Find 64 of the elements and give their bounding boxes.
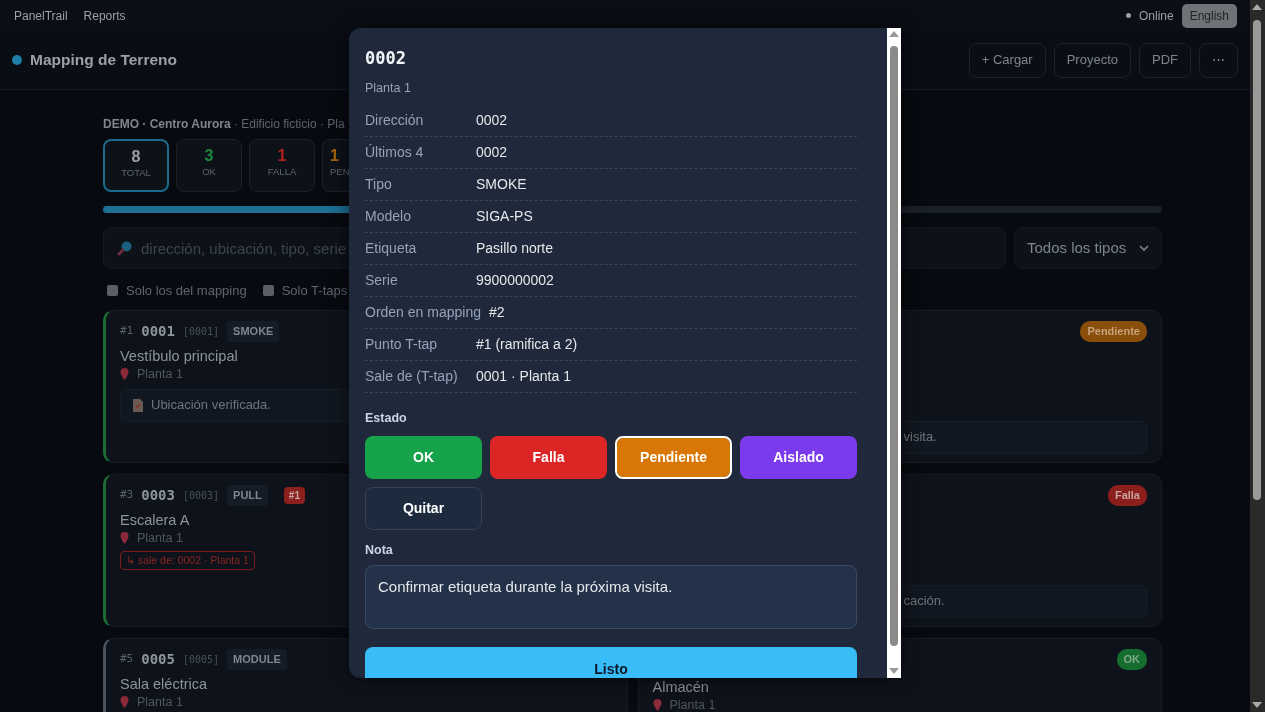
device-code: [0005] [182,653,220,667]
device-code: [0003] [182,489,220,503]
project-meta: DEMO · Centro Aurora · Edificio ficticio · Pla [103,116,345,133]
dialog-subtitle: Planta 1 [365,79,412,97]
field-value: SMOKE [476,175,527,195]
field-label: Orden en mapping [365,303,481,323]
device-location: Vestíbulo principal [120,346,238,366]
device-code: [0001] [182,325,220,339]
field-label: Sale de (T-tap) [365,367,459,387]
type-tag: PULL [227,485,268,506]
field-value: 0002 [476,111,508,131]
stat-value: 8 [130,148,142,166]
order-number: #5 [120,651,134,668]
device-address: 0005 [141,650,175,669]
field-value: 9900000002 [476,271,554,291]
note-text: Ubicación verificada. [151,396,271,415]
stat-label: TOTAL [120,165,152,180]
type-tag: MODULE [227,649,287,670]
tap-tag: #1 [283,487,305,504]
page-title: Mapping de Terreno [30,50,177,71]
status-badge: OK [1116,649,1147,670]
field-value: 0002 [476,143,508,163]
branch-tag: ↳ sale de: 0002 · Planta 1 [120,550,255,571]
field-label: Dirección [365,111,425,131]
field-label: Tipo [365,175,393,195]
field-value: SIGA-PS [476,207,533,227]
stat-label: PEN [330,164,351,179]
field-label: Etiqueta [365,239,418,259]
field-value: 0001 · Planta 1 [476,367,571,387]
checkbox-label: Solo T-taps [281,282,348,300]
field-label: Serie [365,271,399,291]
field-label: Últimos 4 [365,143,425,163]
status-badge: Pendiente [1080,321,1147,342]
section-label: Estado [365,410,408,428]
note-text: cación. [903,592,945,611]
stat-label: OK [201,164,217,179]
device-address: 0001 [141,322,175,341]
type-tag: SMOKE [227,321,280,342]
stat-label: FALLA [266,164,298,179]
stat-value: 1 [330,147,340,165]
field-label: Modelo [365,207,412,227]
status-badge: Falla [1107,485,1147,506]
floor-label: Planta 1 [137,695,183,709]
stat-value: 1 [276,147,288,165]
note-text: visita. [903,428,937,447]
checkbox-label: Solo los del mapping [126,282,247,300]
order-number: #1 [120,323,134,340]
field-value: #1 (ramifica a 2) [476,335,578,355]
floor-label: Planta 1 [669,698,716,712]
select-value: Todos los tipos [1027,237,1127,258]
device-location: Almacén [652,677,709,697]
field-value: Pasillo norte [476,239,554,259]
order-number: #3 [120,487,134,504]
stat-value: 3 [203,147,215,165]
device-location: Sala eléctrica [120,674,208,694]
field-value: #2 [488,303,505,323]
dialog-title: 0002 [365,47,407,70]
floor-label: Planta 1 [137,531,183,545]
section-label: Nota [365,542,394,559]
device-location: Escalera A [120,510,190,530]
floor-label: Planta 1 [137,367,183,381]
field-label: Punto T-tap [365,335,439,355]
online-status: Online [1138,7,1174,25]
device-address: 0003 [141,486,175,505]
